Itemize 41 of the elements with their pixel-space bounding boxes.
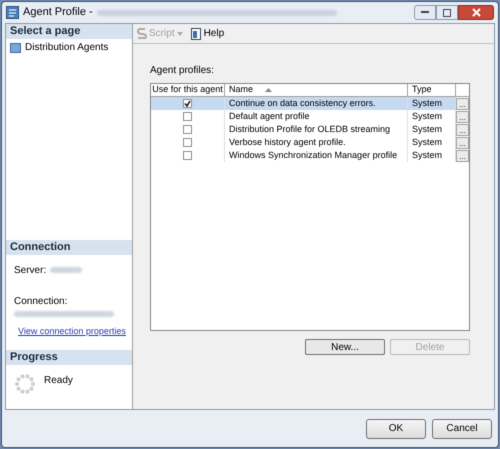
minimize-icon xyxy=(421,11,429,14)
row-ellipsis-button[interactable]: ... xyxy=(456,137,469,149)
restore-button[interactable] xyxy=(436,5,458,20)
profile-type-cell: System xyxy=(408,97,456,110)
row-ellipsis-button[interactable]: ... xyxy=(456,98,469,110)
section-header: Connection xyxy=(6,240,132,254)
page-icon xyxy=(10,42,21,52)
profile-name-cell: Continue on data consistency errors. xyxy=(225,97,408,110)
section-header: Progress xyxy=(6,350,132,365)
agent-profiles-label: Agent profiles: xyxy=(150,64,215,78)
row-ellipsis-button[interactable]: ... xyxy=(456,111,469,123)
restore-icon xyxy=(443,8,451,16)
dialog-button[interactable]: Cancel xyxy=(432,418,492,438)
progress-spinner-icon xyxy=(14,373,36,395)
view-connection-properties-link[interactable]: View connection properties xyxy=(18,324,126,338)
blurred-server-text xyxy=(50,267,82,273)
sidebar-item[interactable]: Distribution Agents xyxy=(6,39,132,56)
check-icon xyxy=(184,100,191,107)
script-icon xyxy=(137,28,147,39)
close-button[interactable] xyxy=(458,5,494,20)
row-ellipsis-button[interactable]: ... xyxy=(456,150,469,162)
connection-label: Connection: xyxy=(14,294,68,308)
server-label: Server: xyxy=(14,264,46,278)
checkbox[interactable] xyxy=(183,138,192,147)
caret-icon xyxy=(176,32,183,36)
checkbox[interactable] xyxy=(183,151,192,160)
sort-ascending-icon xyxy=(265,88,272,92)
checkbox[interactable] xyxy=(183,125,192,134)
toolbar-button[interactable]: Help xyxy=(190,26,224,41)
section-header: Select a page xyxy=(6,24,132,39)
minimize-button[interactable] xyxy=(414,5,436,20)
progress-status: Ready xyxy=(44,374,73,388)
close-icon xyxy=(472,8,480,17)
row-ellipsis-button[interactable]: ... xyxy=(456,124,469,136)
checkbox[interactable] xyxy=(183,112,192,121)
dialog-button[interactable]: OK xyxy=(366,418,426,438)
grid-action-button[interactable]: New... xyxy=(305,339,385,355)
window-title: Agent Profile - xyxy=(23,5,93,20)
checkbox[interactable] xyxy=(183,99,192,108)
window-app-icon xyxy=(6,6,19,19)
help-document-icon xyxy=(190,28,202,40)
